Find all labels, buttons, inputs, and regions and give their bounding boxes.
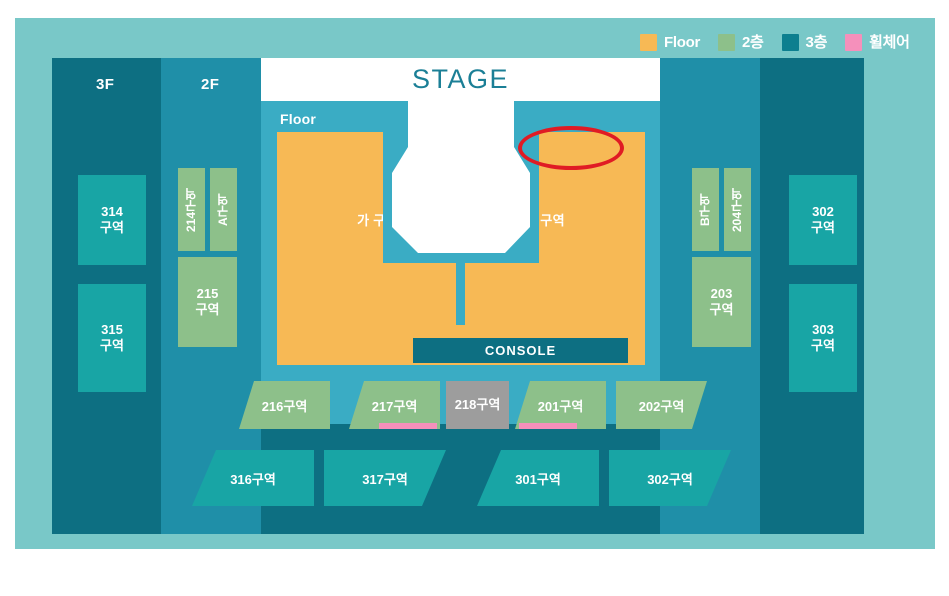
block-217[interactable]: 217구역 — [349, 381, 440, 429]
legend-item-2f[interactable]: 2층 — [718, 33, 764, 51]
block-201-label: 201구역 — [537, 398, 584, 414]
block-317[interactable]: 317구역 — [324, 450, 446, 506]
floor-label-2f: 2F — [201, 76, 220, 93]
block-202[interactable]: 202구역 — [616, 381, 707, 429]
block-303[interactable]: 303 구역 — [789, 284, 857, 392]
legend-label-3f: 3층 — [805, 33, 828, 51]
stage-label: STAGE — [411, 64, 510, 94]
legend-label-wheelchair: 휠체어 — [869, 33, 910, 51]
block-218[interactable]: 218구역 — [446, 381, 509, 429]
block-201[interactable]: 201구역 — [515, 381, 606, 429]
legend-item-3f[interactable]: 3층 — [781, 33, 828, 51]
block-215[interactable]: 215 구역 — [178, 257, 237, 347]
block-302-lower-label: 302구역 — [647, 471, 693, 487]
hall-panel: 3F 2F STAGE Floor 가 구역 나 구역 CONSOLE 314 … — [52, 58, 864, 534]
block-216-label: 216구역 — [261, 398, 308, 414]
block-301-label: 301구역 — [515, 471, 561, 487]
floor-zone: Floor 가 구역 나 구역 CONSOLE — [261, 101, 660, 424]
thrust-stage — [392, 101, 530, 253]
legend-label-floor: Floor — [664, 33, 700, 51]
floor-zone-label: Floor — [280, 111, 316, 127]
block-315[interactable]: 315 구역 — [78, 284, 146, 392]
block-302-upper[interactable]: 302 구역 — [789, 175, 857, 265]
floor-label-3f: 3F — [96, 76, 115, 93]
block-216[interactable]: 216구역 — [239, 381, 330, 429]
block-204[interactable]: 204구역 — [724, 168, 751, 251]
block-202-label: 202구역 — [638, 398, 685, 414]
thrust-aisle — [456, 263, 465, 325]
block-214[interactable]: 214구역 — [178, 168, 205, 251]
legend-swatch-2f — [718, 33, 735, 51]
block-217-label: 217구역 — [371, 398, 418, 414]
block-b[interactable]: B구역 — [692, 168, 719, 251]
legend-label-2f: 2층 — [742, 33, 764, 51]
block-301[interactable]: 301구역 — [477, 450, 599, 506]
legend-item-floor[interactable]: Floor — [640, 33, 700, 51]
legend: Floor 2층 3층 휠체어 — [640, 31, 928, 53]
block-218-label: 218구역 — [454, 396, 501, 412]
block-316-label: 316구역 — [230, 471, 276, 487]
legend-swatch-3f — [781, 33, 799, 51]
block-317-label: 317구역 — [362, 471, 408, 487]
legend-swatch-wheelchair — [845, 33, 863, 51]
block-a[interactable]: A구역 — [210, 168, 237, 251]
legend-item-wheelchair[interactable]: 휠체어 — [845, 33, 910, 51]
wheelchair-bar-217 — [379, 423, 437, 429]
wheelchair-bar-201 — [519, 423, 577, 429]
block-314[interactable]: 314 구역 — [78, 175, 146, 265]
legend-swatch-floor — [640, 33, 657, 51]
seatmap-root: Floor 2층 3층 휠체어 3F 2F STAGE Floor 가 구역 나… — [0, 0, 949, 596]
block-203[interactable]: 203 구역 — [692, 257, 751, 347]
console-box: CONSOLE — [413, 338, 628, 363]
